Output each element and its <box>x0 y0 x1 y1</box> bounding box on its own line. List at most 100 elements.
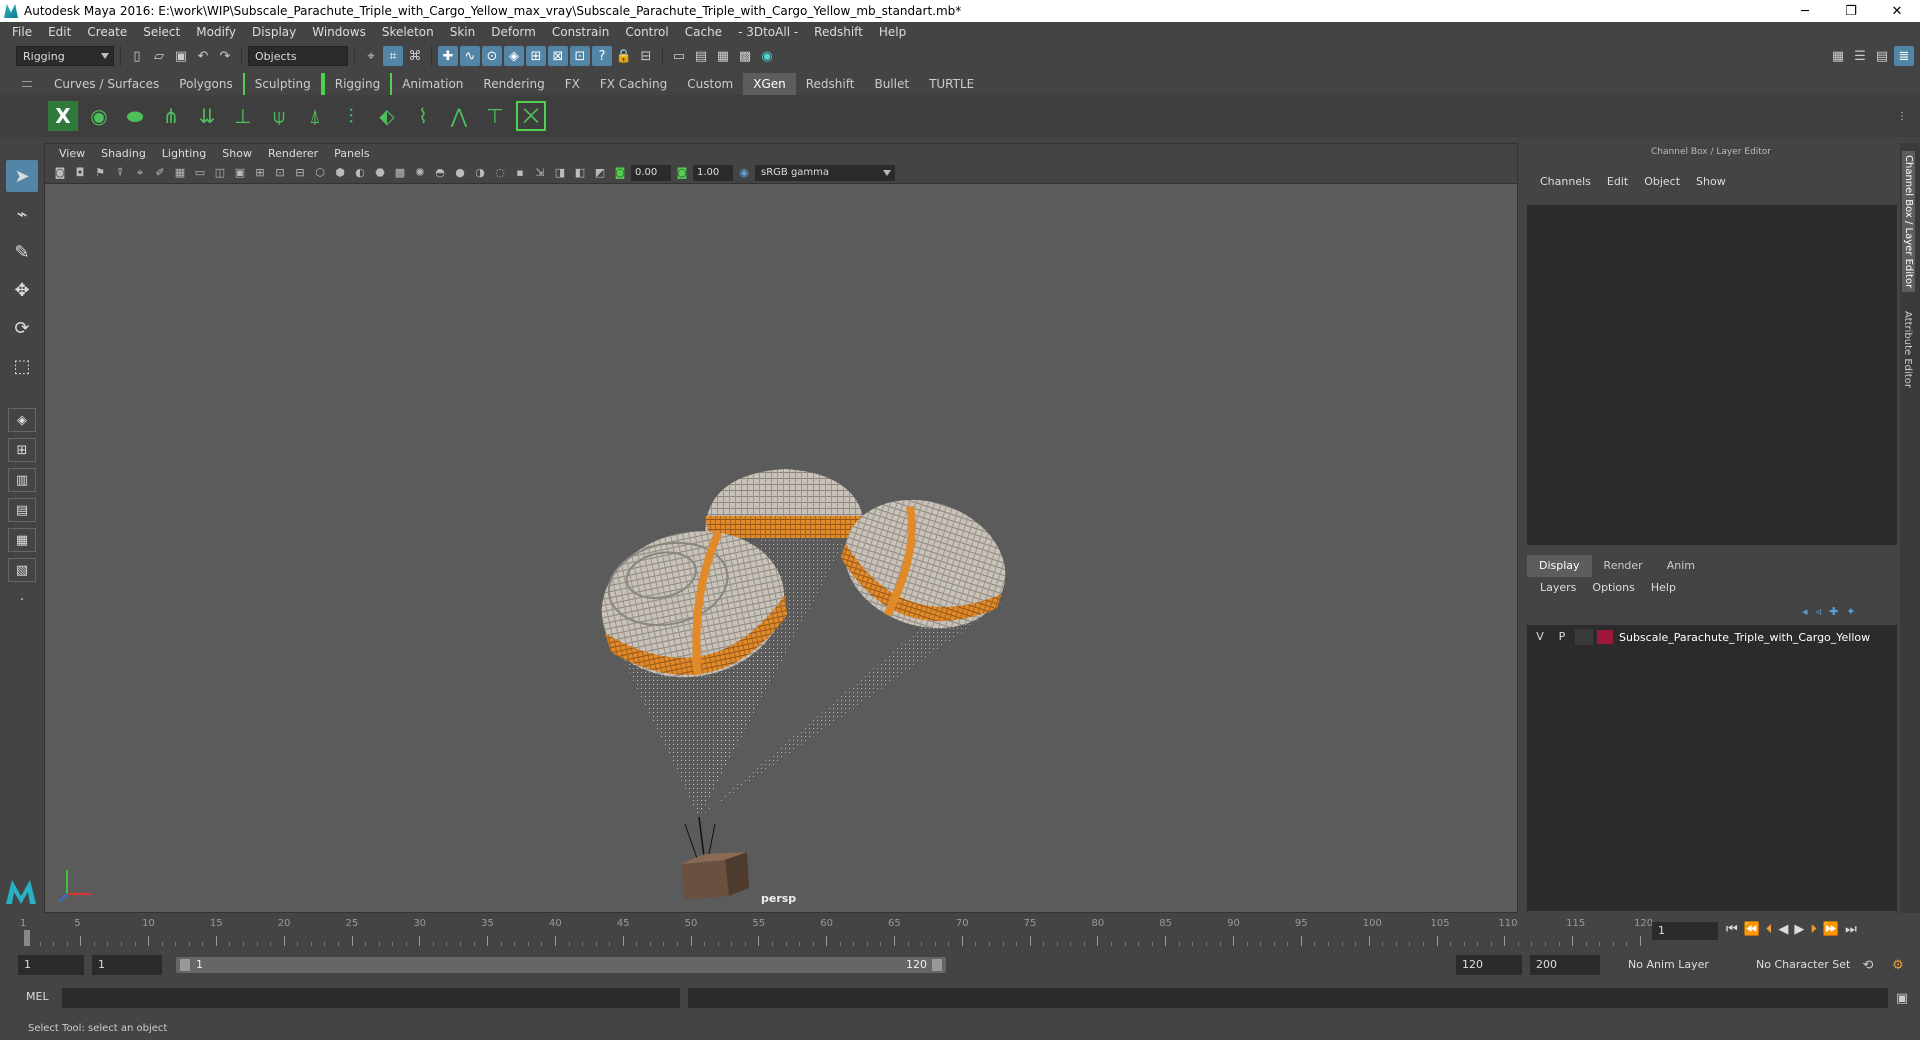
lock-icon[interactable]: 🔒 <box>614 46 634 66</box>
ipr-render-icon[interactable]: ▤ <box>691 46 711 66</box>
gamma-field[interactable]: 1.00 <box>693 164 733 181</box>
xgen-interactive-groom-icon[interactable]: ⨉ <box>516 101 546 131</box>
menu-control[interactable]: Control <box>617 25 676 39</box>
menu-cache[interactable]: Cache <box>677 25 730 39</box>
attribute-layout-icon[interactable]: ▤ <box>1872 46 1892 66</box>
snap-point-icon[interactable]: ⊙ <box>482 46 502 66</box>
new-empty-layer-icon[interactable]: ✚ <box>1829 605 1838 618</box>
step-forward-frame-icon[interactable]: ⏩ <box>1823 922 1839 937</box>
move-layer-up-icon[interactable]: ◂ <box>1802 605 1808 618</box>
hypershade-icon[interactable]: ▩ <box>735 46 755 66</box>
motion-blur-icon[interactable]: ◑ <box>471 164 489 182</box>
layer-menu-layers[interactable]: Layers <box>1532 581 1584 594</box>
shelf-tab-animation[interactable]: Animation <box>392 73 473 95</box>
range-bar[interactable]: 1 120 <box>176 957 946 973</box>
xgen-sculpt-icon[interactable]: ⋀ <box>444 101 474 131</box>
playback-end-field[interactable]: 120 <box>1456 955 1522 975</box>
animation-preferences-icon[interactable]: ⚙ <box>1888 955 1908 975</box>
open-scene-icon[interactable]: ▱ <box>149 46 169 66</box>
default-material-icon[interactable]: ◐ <box>351 164 369 182</box>
snap-help-icon[interactable]: ? <box>592 46 612 66</box>
side-tab-channel-box[interactable]: Channel Box / Layer Editor <box>1902 151 1915 293</box>
image-plane-icon[interactable]: ⍒ <box>111 164 129 182</box>
xgen-bend-icon[interactable]: ⌇ <box>408 101 438 131</box>
auto-key-icon[interactable]: ⟲ <box>1858 955 1878 975</box>
history-icon[interactable]: ⊟ <box>636 46 656 66</box>
command-input[interactable] <box>62 988 680 1008</box>
shelf-tab-rigging[interactable]: Rigging <box>322 73 393 95</box>
xray-icon[interactable]: ◨ <box>551 164 569 182</box>
menu-redshift[interactable]: Redshift <box>806 25 871 39</box>
gamma-icon[interactable]: ◙ <box>673 164 691 182</box>
smooth-shade-icon[interactable]: ⬢ <box>331 164 349 182</box>
xgen-select-guide-icon[interactable]: ⍦ <box>264 101 294 131</box>
xgen-preview-icon[interactable]: ◉ <box>84 101 114 131</box>
channel-box-toggle-icon[interactable]: ≣ <box>1894 46 1914 66</box>
viewport-menu-panels[interactable]: Panels <box>326 147 377 160</box>
xgen-guide-length-icon[interactable]: ⫶ <box>336 101 366 131</box>
use-all-lights-icon[interactable]: ✺ <box>411 164 429 182</box>
shelf-tab-turtle[interactable]: TURTLE <box>919 73 984 95</box>
grease-pencil-icon[interactable]: ✐ <box>151 164 169 182</box>
menu-modify[interactable]: Modify <box>188 25 244 39</box>
playback-start-field[interactable]: 1 <box>92 955 162 975</box>
xray-joints-icon[interactable]: ◧ <box>571 164 589 182</box>
wireframe-icon[interactable]: ⬡ <box>311 164 329 182</box>
persp-graph-layout-icon[interactable]: ▤ <box>8 498 36 522</box>
redo-icon[interactable]: ↷ <box>215 46 235 66</box>
depth-of-field-icon[interactable]: ▪ <box>511 164 529 182</box>
workspace-layout-icon[interactable]: ▦ <box>1828 46 1848 66</box>
step-back-frame-icon[interactable]: ⏪ <box>1744 922 1760 937</box>
exposure-field[interactable]: 0.00 <box>631 164 671 181</box>
menu-display[interactable]: Display <box>244 25 304 39</box>
play-backwards-icon[interactable]: ◀ <box>1778 922 1788 937</box>
character-set-dropdown[interactable]: No Character Set <box>1750 955 1870 975</box>
xgen-lock-guide-icon[interactable]: ⍋ <box>300 101 330 131</box>
safe-action-icon[interactable]: ⊡ <box>271 164 289 182</box>
outliner-graph-layout-icon[interactable]: ▧ <box>8 558 36 582</box>
current-frame-field[interactable]: 1 <box>1652 922 1718 940</box>
menu-select[interactable]: Select <box>135 25 188 39</box>
layer-tab-render[interactable]: Render <box>1592 555 1655 577</box>
go-to-start-icon[interactable]: ⏮ <box>1726 922 1738 937</box>
color-space-dropdown[interactable]: sRGB gamma <box>755 164 895 181</box>
viewport-menu-renderer[interactable]: Renderer <box>260 147 326 160</box>
xray-components-icon[interactable]: ◩ <box>591 164 609 182</box>
time-ruler[interactable]: 1 5 10 15 20 25 30 35 40 45 50 55 60 65 70 75 80 85 90 95 10… <box>20 916 1653 946</box>
channel-box-menu-edit[interactable]: Edit <box>1599 175 1636 188</box>
channel-box-area[interactable] <box>1527 205 1897 545</box>
menu-create[interactable]: Create <box>79 25 135 39</box>
menu-3dtoall[interactable]: - 3DtoAll - <box>730 25 806 39</box>
textured-icon[interactable]: ▩ <box>391 164 409 182</box>
snap-surface-icon[interactable]: ⊠ <box>548 46 568 66</box>
shelf-tab-polygons[interactable]: Polygons <box>169 73 242 95</box>
shelf-tab-rendering[interactable]: Rendering <box>473 73 554 95</box>
snap-view-plane-icon[interactable]: ◈ <box>504 46 524 66</box>
layer-playback-toggle[interactable]: P <box>1553 629 1571 645</box>
layer-menu-help[interactable]: Help <box>1643 581 1684 594</box>
outliner-persp-layout-icon[interactable]: ▥ <box>8 468 36 492</box>
outliner-layout-icon[interactable]: ☰ <box>1850 46 1870 66</box>
shadows-icon[interactable]: ◓ <box>431 164 449 182</box>
move-layer-down-icon[interactable]: ◃ <box>1816 605 1822 618</box>
shelf-tab-custom[interactable]: Custom <box>677 73 743 95</box>
xgen-flatten-icon[interactable]: ⬖ <box>372 101 402 131</box>
viewport-menu-lighting[interactable]: Lighting <box>154 147 214 160</box>
single-perspective-layout-icon[interactable]: ◈ <box>8 408 36 432</box>
viewport-menu-shading[interactable]: Shading <box>93 147 154 160</box>
range-end-handle[interactable] <box>932 959 942 971</box>
shelf-tab-sculpting[interactable]: Sculpting <box>242 73 323 95</box>
xgen-add-guide-icon[interactable]: ⊥ <box>228 101 258 131</box>
layer-color-swatch[interactable] <box>1597 630 1613 644</box>
custom-layout-icon[interactable]: · <box>8 588 36 612</box>
layer-tab-display[interactable]: Display <box>1527 555 1592 577</box>
lasso-tool-icon[interactable]: ⌁ <box>6 198 38 230</box>
menu-skeleton[interactable]: Skeleton <box>374 25 442 39</box>
gate-mask-icon[interactable]: ▣ <box>231 164 249 182</box>
snap-live-icon[interactable]: ⊞ <box>526 46 546 66</box>
two-d-pan-icon[interactable]: ⌖ <box>131 164 149 182</box>
hypershade-layout-icon[interactable]: ▦ <box>8 528 36 552</box>
menu-constrain[interactable]: Constrain <box>544 25 618 39</box>
render-settings-icon[interactable]: ▦ <box>713 46 733 66</box>
current-time-indicator[interactable] <box>24 930 30 946</box>
